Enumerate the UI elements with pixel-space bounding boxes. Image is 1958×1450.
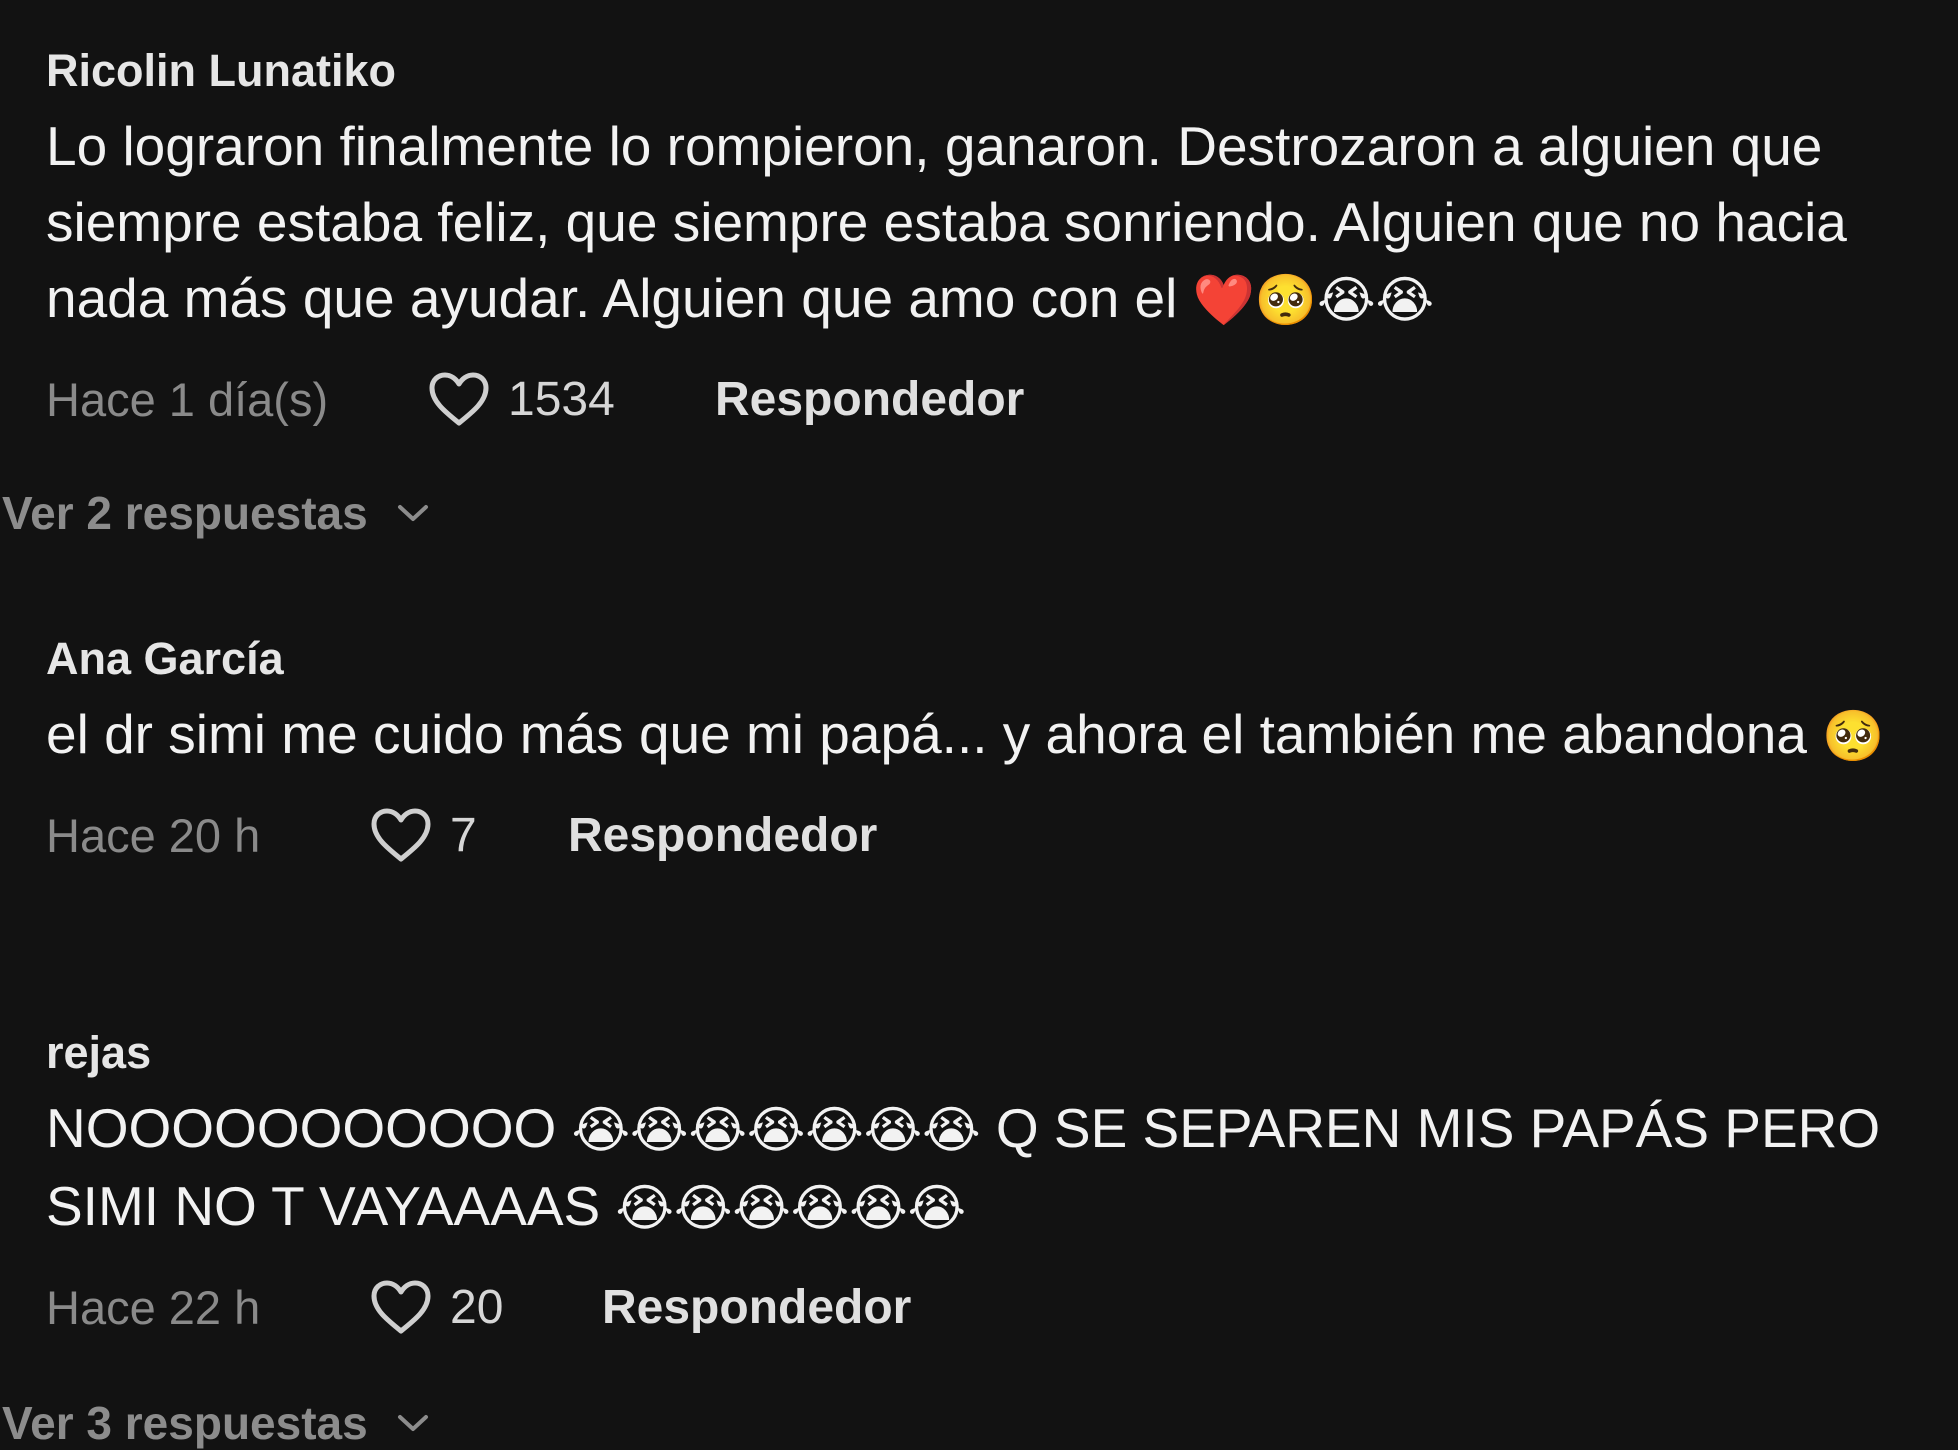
comment-text-part: NOOOOOOOOOOO	[46, 1097, 572, 1159]
reply-button[interactable]: Respondedor	[568, 808, 877, 863]
comment-emojis: 😭😭😭😭😭😭😭	[571, 1101, 981, 1159]
comment-time: Hace 20 h	[46, 808, 261, 862]
comment-time: Hace 1 día(s)	[46, 372, 329, 426]
chevron-down-icon	[397, 505, 428, 521]
comment-emojis: 🥺	[1822, 707, 1885, 765]
comment-text-body: Lo lograron finalmente lo rompieron, gan…	[46, 115, 1847, 329]
like-button[interactable]: 1534	[428, 371, 715, 427]
comment-time: Hace 22 h	[46, 1280, 261, 1334]
comment-item: Ana García el dr simi me cuido más que m…	[46, 630, 1926, 870]
like-button[interactable]: 20	[370, 1279, 602, 1335]
comment-meta: Hace 20 h 7 Respondedor	[46, 800, 1926, 870]
view-replies-label: Ver 2 respuestas	[2, 487, 368, 539]
comment-username[interactable]: Ricolin Lunatiko	[46, 42, 1926, 100]
comment-item: Ricolin Lunatiko Lo lograron finalmente …	[46, 42, 1926, 434]
comment-text: NOOOOOOOOOOO 😭😭😭😭😭😭😭 Q SE SEPAREN MIS PA…	[46, 1090, 1926, 1246]
like-button[interactable]: 7	[370, 807, 568, 863]
comment-username[interactable]: rejas	[46, 1024, 1926, 1082]
comment-meta: Hace 22 h 20 Respondedor	[46, 1272, 1926, 1342]
heart-icon	[429, 372, 489, 426]
comment-item: rejas NOOOOOOOOOOO 😭😭😭😭😭😭😭 Q SE SEPAREN …	[46, 1024, 1926, 1342]
comment-text-body: el dr simi me cuido más que mi papá... y…	[46, 703, 1823, 765]
like-count: 7	[450, 808, 477, 862]
view-replies-button[interactable]: Ver 3 respuestas	[2, 1396, 430, 1450]
comment-text: el dr simi me cuido más que mi papá... y…	[46, 696, 1926, 774]
comment-username[interactable]: Ana García	[46, 630, 1926, 688]
view-replies-button[interactable]: Ver 2 respuestas	[2, 486, 430, 540]
reply-button[interactable]: Respondedor	[715, 372, 1024, 427]
chevron-down-icon	[397, 1415, 428, 1431]
comment-emojis: 😭😭😭😭😭😭	[615, 1179, 967, 1237]
like-count: 20	[450, 1280, 504, 1334]
reply-button[interactable]: Respondedor	[602, 1280, 911, 1335]
comment-text: Lo lograron finalmente lo rompieron, gan…	[46, 108, 1926, 338]
comment-meta: Hace 1 día(s) 1534 Respondedor	[46, 364, 1926, 434]
view-replies-label: Ver 3 respuestas	[2, 1397, 368, 1449]
heart-icon	[371, 1280, 431, 1334]
heart-icon	[371, 808, 431, 862]
comment-emojis: ❤️🥺😭😭	[1192, 271, 1435, 329]
like-count: 1534	[508, 372, 615, 426]
